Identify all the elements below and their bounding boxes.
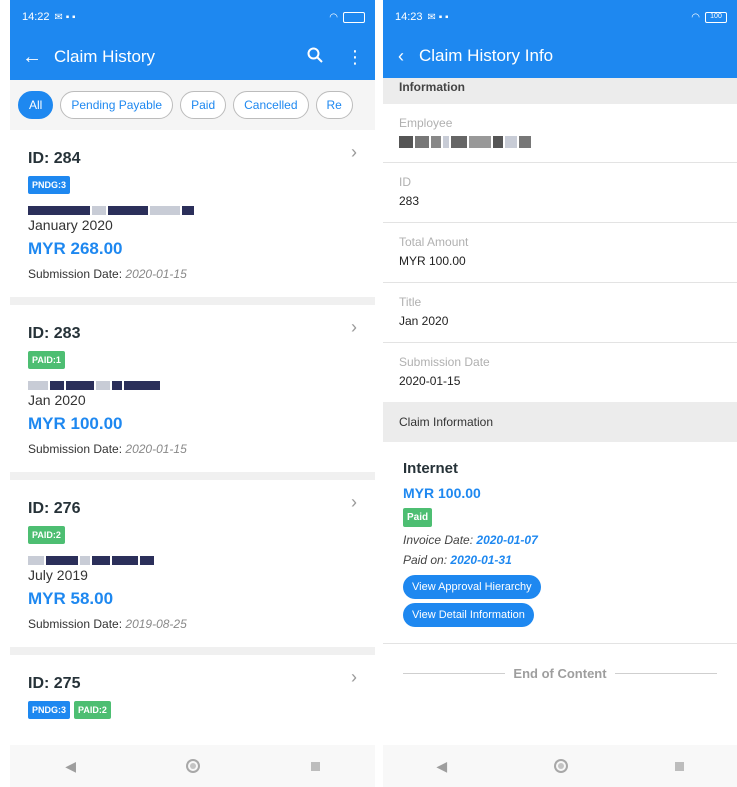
chip-paid[interactable]: Paid (180, 91, 227, 119)
more-vert-icon[interactable]: ⋮ (335, 47, 375, 68)
field-submission-date: Submission Date 2020-01-15 (399, 355, 490, 388)
header-area: 14:23 ✉ ▪ ▪ ◠ 100 ‹ Claim History Info (383, 0, 737, 78)
claim-period: July 2019 (28, 567, 88, 583)
status-badge: PNDG:3 (28, 176, 71, 194)
status-bar: 14:23 ✉ ▪ ▪ ◠ 100 (383, 0, 737, 34)
submission-date: Submission Date: 2020-01-15 (28, 442, 187, 456)
paid-date: Paid on: 2020-01-31 (403, 553, 512, 567)
submission-date: Submission Date: 2020-01-15 (28, 267, 187, 281)
status-time: 14:22 (22, 11, 50, 23)
claim-id: ID: 283 (28, 325, 81, 342)
claim-list: › ID: 284 PNDG:3 January 2020 MYR 268.00… (10, 130, 375, 719)
claim-card[interactable]: › ID: 276 PAID:2 July 2019 MYR 58.00 Sub… (10, 480, 375, 647)
claim-id: ID: 284 (28, 150, 81, 167)
invoice-date: Invoice Date: 2020-01-07 (403, 533, 538, 547)
filter-chips: All Pending Payable Paid Cancelled Re (10, 80, 375, 130)
wifi-icon: ◠ (329, 11, 338, 23)
system-nav-bar: ◀ (10, 745, 375, 787)
field-total-amount: Total Amount MYR 100.00 (383, 223, 737, 283)
status-time: 14:23 (395, 11, 423, 23)
back-arrow-icon[interactable]: ‹ (383, 46, 419, 67)
claim-period: January 2020 (28, 217, 113, 233)
battery-icon (343, 11, 365, 23)
nav-back-icon[interactable]: ◀ (65, 758, 76, 775)
redacted-name (28, 556, 357, 565)
information-section-header: Information (383, 78, 737, 104)
chip-rejected[interactable]: Re (315, 91, 353, 119)
page-title: Claim History Info (419, 46, 554, 65)
end-of-content: End of Content (383, 644, 737, 703)
claim-history-info-screen: 14:23 ✉ ▪ ▪ ◠ 100 ‹ Claim History Info I… (383, 0, 737, 787)
field-employee: Employee (383, 104, 737, 163)
page-title: Claim History (54, 47, 156, 66)
search-icon[interactable] (295, 47, 335, 68)
view-detail-information-button[interactable]: View Detail Information (403, 603, 534, 627)
claim-card[interactable]: › ID: 275 PNDG:3 PAID:2 (10, 655, 375, 719)
system-nav-bar: ◀ (383, 745, 737, 787)
claim-amount: MYR 100.00 (28, 414, 123, 433)
notification-icons: ✉ ▪ ▪ (427, 11, 449, 23)
redacted-name (28, 381, 357, 390)
notification-icons: ✉ ▪ ▪ (54, 11, 76, 23)
chip-cancelled[interactable]: Cancelled (233, 91, 309, 119)
status-badge: Paid (403, 508, 433, 527)
status-badge: PAID:1 (28, 351, 65, 369)
chevron-right-icon: › (351, 317, 357, 337)
view-approval-hierarchy-button[interactable]: View Approval Hierarchy (403, 575, 541, 599)
claim-information-section-header: Claim Information (383, 402, 737, 442)
claim-item-title: Internet (403, 460, 459, 477)
chevron-right-icon: › (351, 667, 357, 687)
app-bar: ‹ Claim History Info (383, 34, 737, 78)
wifi-icon: ◠ (691, 11, 700, 23)
chip-pending-payable[interactable]: Pending Payable (60, 91, 174, 119)
claim-id: ID: 276 (28, 500, 81, 517)
nav-recents-icon[interactable] (674, 761, 684, 771)
chevron-right-icon: › (351, 142, 357, 162)
nav-recents-icon[interactable] (310, 761, 320, 771)
claim-item: Internet MYR 100.00 Paid Invoice Date: 2… (383, 442, 737, 644)
nav-back-icon[interactable]: ◀ (436, 758, 447, 775)
chevron-right-icon: › (351, 492, 357, 512)
claim-item-amount: MYR 100.00 (403, 485, 481, 501)
field-id: ID 283 (383, 163, 737, 223)
claim-amount: MYR 58.00 (28, 589, 114, 608)
nav-home-icon[interactable] (186, 759, 201, 773)
app-bar: ← Claim History ⋮ (10, 34, 375, 80)
submission-date: Submission Date: 2019-08-25 (28, 617, 187, 631)
nav-home-icon[interactable] (553, 759, 568, 773)
redacted-employee-name (399, 136, 721, 148)
claim-amount: MYR 268.00 (28, 239, 123, 258)
redacted-name (28, 206, 357, 215)
battery-icon: 100 (705, 11, 727, 23)
status-badge: PAID:2 (28, 526, 65, 544)
claim-period: Jan 2020 (28, 392, 86, 408)
status-badge: PNDG:3 (28, 701, 71, 719)
chip-all[interactable]: All (18, 91, 54, 119)
claim-history-screen: 14:22 ✉ ▪ ▪ ◠ ← Claim History ⋮ All Pend… (10, 0, 375, 787)
field-title: Title Jan 2020 (383, 283, 737, 343)
status-bar: 14:22 ✉ ▪ ▪ ◠ (10, 0, 375, 34)
status-badge: PAID:2 (74, 701, 111, 719)
claim-card[interactable]: › ID: 284 PNDG:3 January 2020 MYR 268.00… (10, 130, 375, 297)
claim-id: ID: 275 (28, 675, 81, 692)
claim-card[interactable]: › ID: 283 PAID:1 Jan 2020 MYR 100.00 Sub… (10, 305, 375, 472)
back-arrow-icon[interactable]: ← (10, 46, 54, 69)
header-area: 14:22 ✉ ▪ ▪ ◠ ← Claim History ⋮ (10, 0, 375, 80)
